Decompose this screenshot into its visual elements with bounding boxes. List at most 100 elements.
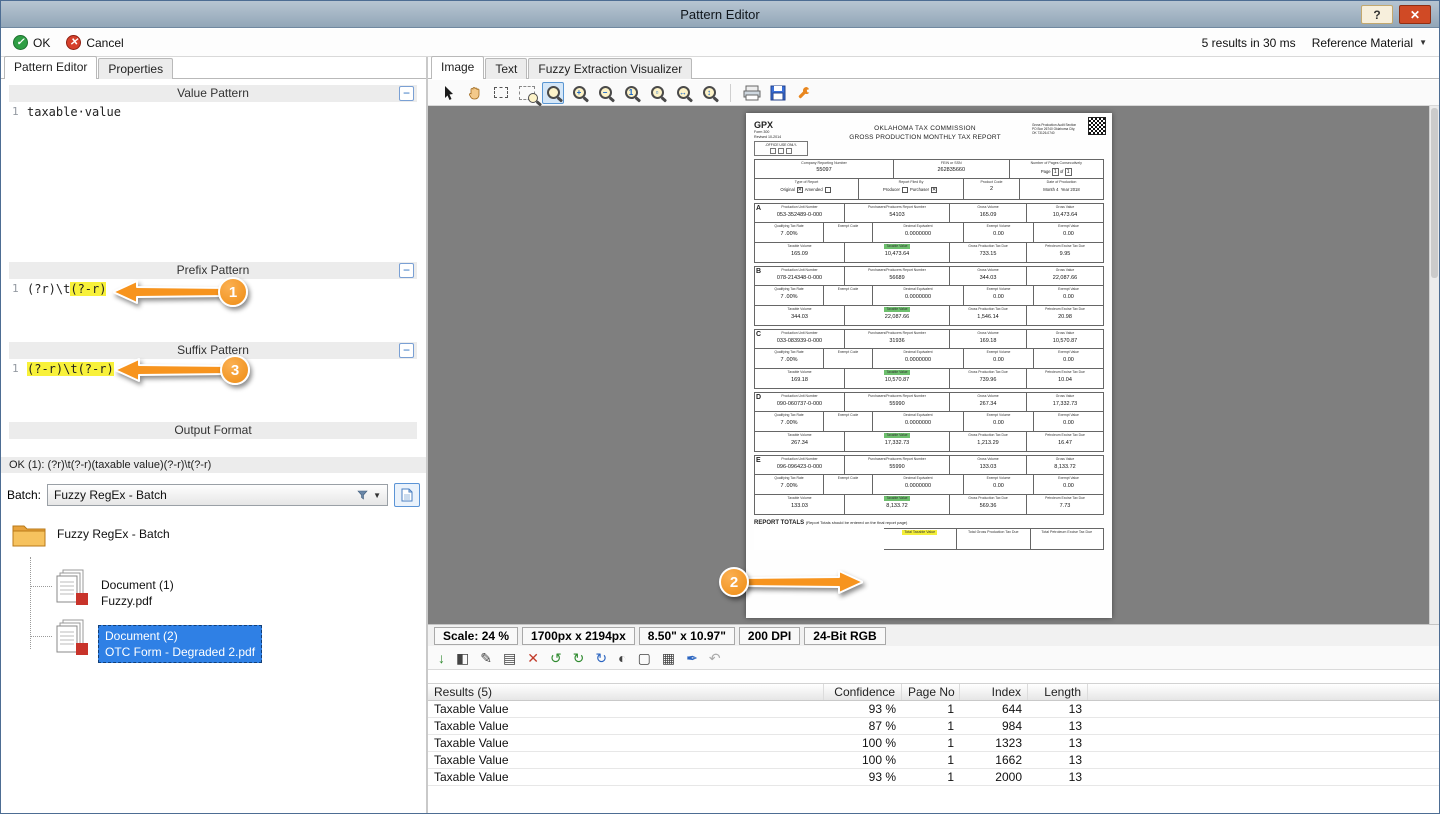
- form-cell: Gross Volume267.34: [950, 392, 1027, 412]
- view-document-button[interactable]: [394, 483, 420, 507]
- pages-icon[interactable]: ▦: [662, 651, 675, 665]
- tab-text[interactable]: Text: [485, 58, 527, 79]
- save-button[interactable]: [767, 82, 789, 104]
- filter-icon: [357, 490, 368, 500]
- batch-select[interactable]: Fuzzy RegEx - Batch ▼: [47, 484, 388, 506]
- form-section: D Production Unit Number090-060737-0-000…: [754, 392, 1104, 452]
- viewer-scrollbar-thumb[interactable]: [1431, 108, 1438, 278]
- taxable-value-highlight: Taxable Value: [884, 433, 909, 437]
- taxable-value-highlight: Taxable Value: [884, 307, 909, 311]
- folder-icon: [11, 519, 47, 549]
- collapse-prefix-pattern-button[interactable]: −: [399, 263, 414, 278]
- prefix-pattern-editor[interactable]: 1 (?r)\t(?-r): [9, 279, 417, 342]
- printer-icon: [743, 85, 761, 101]
- close-button[interactable]: ✕: [1399, 5, 1431, 24]
- zoom-fit-icon: ▫: [651, 86, 664, 99]
- report-totals-row: Total Taxable Value Total Gross Producti…: [754, 528, 1104, 550]
- result-row[interactable]: Taxable Value 100 % 1 1323 13: [428, 735, 1439, 752]
- form-cell: Purchasers/Producers Report Number55990: [845, 455, 950, 475]
- print-button[interactable]: [741, 82, 763, 104]
- form-cell: Exempt Code: [824, 349, 873, 369]
- crop-icon[interactable]: ▢: [638, 651, 651, 665]
- result-row[interactable]: Taxable Value 93 % 1 2000 13: [428, 769, 1439, 786]
- rotate-right-icon[interactable]: ↻: [573, 651, 585, 665]
- column-page-no[interactable]: Page No: [902, 684, 960, 700]
- result-row[interactable]: Taxable Value 93 % 1 644 13: [428, 701, 1439, 718]
- collapse-value-pattern-button[interactable]: −: [399, 86, 414, 101]
- dropdown-caret-icon: ▼: [1419, 38, 1427, 47]
- reference-material-button[interactable]: Reference Material ▼: [1312, 36, 1427, 50]
- form-cell: Qualifying Tax Rate7 .00%: [754, 349, 824, 369]
- column-length[interactable]: Length: [1028, 684, 1088, 700]
- command-bar: ✓ OK ✕ Cancel 5 results in 30 ms Referen…: [1, 29, 1439, 57]
- tree-item-title: Document (1): [101, 577, 174, 593]
- tree-item-document-1[interactable]: Document (1) Fuzzy.pdf: [101, 577, 174, 609]
- tree-item-document-2[interactable]: Document (2) OTC Form - Degraded 2.pdf: [98, 625, 262, 663]
- result-row[interactable]: Taxable Value 87 % 1 984 13: [428, 718, 1439, 735]
- value-pattern-editor[interactable]: 1 taxable·value: [9, 102, 417, 262]
- titlebar: Pattern Editor ? ✕: [1, 1, 1439, 28]
- tab-properties[interactable]: Properties: [98, 58, 173, 79]
- zoom-in-button[interactable]: +: [568, 82, 590, 104]
- image-viewer[interactable]: GPX Form 300 Revised 10-2014 -OFFICE USE…: [428, 106, 1439, 624]
- output-format-editor[interactable]: [9, 439, 417, 455]
- tab-pattern-editor[interactable]: Pattern Editor: [4, 56, 97, 79]
- ok-button[interactable]: ✓ OK: [13, 35, 50, 50]
- pattern-status: OK (1): (?r)\t(?-r)(taxable value)(?-r)\…: [1, 457, 426, 473]
- zoom-actual-size-button[interactable]: 1: [620, 82, 642, 104]
- zoom-out-button[interactable]: −: [594, 82, 616, 104]
- pointer-tool-button[interactable]: [438, 82, 460, 104]
- viewer-scrollbar[interactable]: [1429, 106, 1439, 624]
- result-row[interactable]: Taxable Value 100 % 1 1662 13: [428, 752, 1439, 769]
- form-cell: Qualifying Tax Rate7 .00%: [754, 475, 824, 495]
- refresh-icon[interactable]: ↻: [595, 651, 607, 665]
- suffix-pattern-editor[interactable]: 1 (?-r)\t(?-r): [9, 359, 417, 422]
- form-cell: Taxable Volume169.18: [754, 369, 845, 389]
- tab-fuzzy-extraction-visualizer[interactable]: Fuzzy Extraction Visualizer: [528, 58, 692, 79]
- tree-item-title: Document (2): [105, 628, 255, 644]
- select-region-tool-button[interactable]: [490, 82, 512, 104]
- prefix-pattern-header: Prefix Pattern −: [9, 262, 417, 279]
- form-cell: Production Unit Number078-214348-0-000: [754, 266, 845, 286]
- pan-tool-button[interactable]: [464, 82, 486, 104]
- zoom-fit-width-button[interactable]: ↔: [672, 82, 694, 104]
- levels-icon[interactable]: ▤: [503, 651, 516, 665]
- section-letter: A: [756, 205, 761, 212]
- form-cell: Qualifying Tax Rate7 .00%: [754, 223, 824, 243]
- adjust-image-icon[interactable]: ◧: [456, 651, 469, 665]
- undo-icon[interactable]: ↶: [709, 651, 721, 665]
- collapse-suffix-pattern-button[interactable]: −: [399, 343, 414, 358]
- tab-image[interactable]: Image: [431, 56, 484, 79]
- zoom-fit-button[interactable]: ▫: [646, 82, 668, 104]
- tree-item-file: Fuzzy.pdf: [101, 593, 174, 609]
- load-page-icon[interactable]: ↓: [438, 651, 445, 665]
- form-cell: Exempt Value0.00: [1034, 412, 1104, 432]
- rotate-left-icon[interactable]: ↺: [550, 651, 562, 665]
- results-title[interactable]: Results (5): [428, 684, 824, 700]
- edit-color-icon[interactable]: ✎: [480, 651, 492, 665]
- invert-icon[interactable]: ◐: [618, 651, 626, 665]
- hand-icon: [467, 85, 483, 101]
- form-cell: Exempt Value0.00: [1034, 223, 1104, 243]
- column-confidence[interactable]: Confidence: [824, 684, 902, 700]
- tree-root-item[interactable]: Fuzzy RegEx - Batch: [11, 519, 170, 549]
- zoom-tool-button[interactable]: [542, 82, 564, 104]
- status-inches: 8.50" x 10.97": [639, 627, 735, 645]
- delete-icon[interactable]: ✕: [527, 651, 539, 665]
- annotate-icon[interactable]: ✒: [686, 651, 698, 665]
- document-icon: [401, 488, 413, 502]
- column-index[interactable]: Index: [960, 684, 1028, 700]
- form-section: C Production Unit Number033-083939-0-000…: [754, 329, 1104, 389]
- zoom-region-tool-button[interactable]: [516, 82, 538, 104]
- status-color-depth: 24-Bit RGB: [804, 627, 885, 645]
- settings-button[interactable]: [793, 82, 815, 104]
- cancel-button[interactable]: ✕ Cancel: [66, 35, 123, 50]
- cancel-x-icon: ✕: [66, 35, 81, 50]
- form-cell: Total Petroleum Excise Tax Due: [1031, 528, 1105, 550]
- window-title: Pattern Editor: [1, 7, 1439, 22]
- help-button[interactable]: ?: [1361, 5, 1393, 24]
- form-cell: Exempt Volume0.00: [964, 475, 1034, 495]
- line-number: 1: [12, 282, 19, 295]
- form-cell: Petroleum Excise Tax Due9.95: [1027, 243, 1104, 263]
- zoom-fit-height-button[interactable]: ↕: [698, 82, 720, 104]
